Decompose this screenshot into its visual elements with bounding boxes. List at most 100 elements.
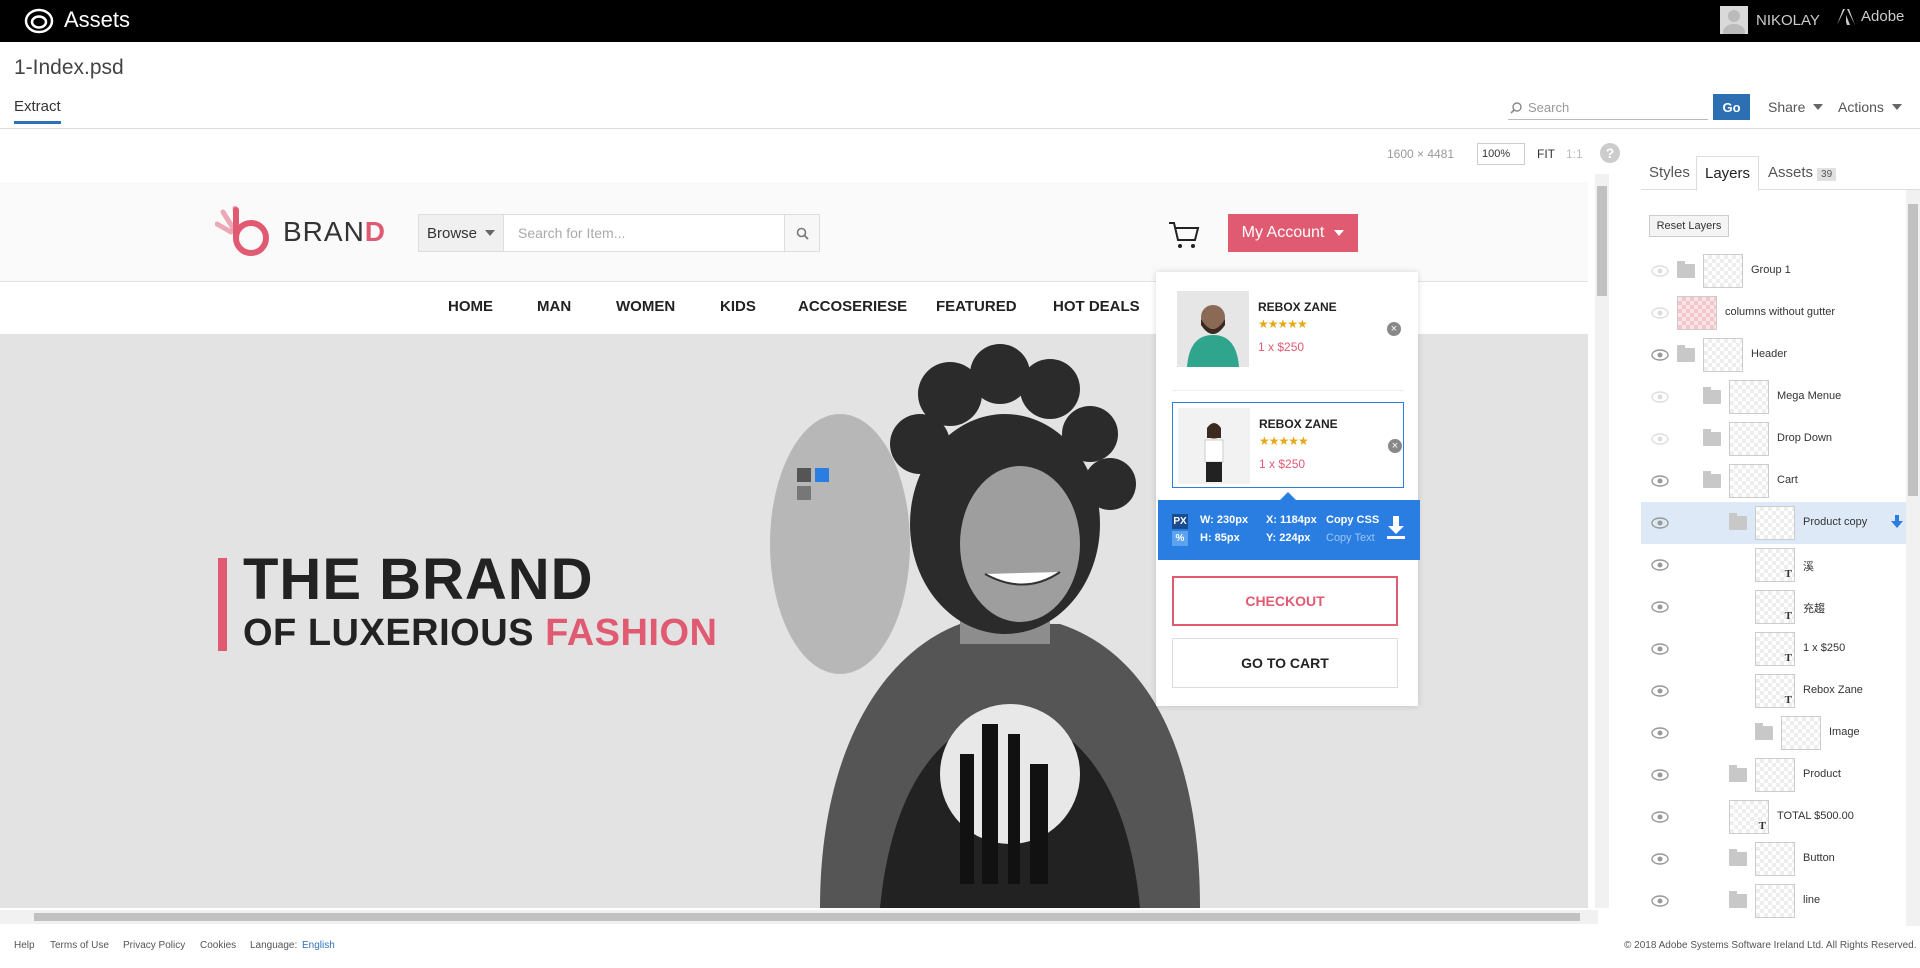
footer-language-link[interactable]: English: [302, 940, 335, 951]
canvas-toolbar: 1600 × 4481 100% FIT 1:1 ?: [0, 140, 1630, 170]
layer-row[interactable]: Cart: [1641, 460, 1909, 502]
layer-name: Product: [1803, 768, 1841, 780]
hero-title: THE BRAND: [243, 547, 594, 612]
go-to-cart-button[interactable]: GO TO CART: [1172, 638, 1398, 688]
layer-row[interactable]: T 充趨: [1641, 586, 1909, 628]
cart-dropdown: REBOX ZANE ★★★★★ 1 x $250 × REBOX ZANE ★…: [1156, 272, 1418, 706]
adobe-link[interactable]: Adobe: [1837, 8, 1904, 25]
user-menu[interactable]: NIKOLAY: [1720, 6, 1820, 34]
visibility-eye-icon[interactable]: [1651, 895, 1669, 907]
search-icon: [796, 227, 809, 240]
scrollbar-thumb[interactable]: [34, 913, 1580, 921]
go-button[interactable]: Go: [1713, 94, 1750, 120]
actions-menu[interactable]: Actions: [1838, 99, 1902, 115]
cart-icon[interactable]: [1168, 220, 1200, 250]
unit-px-toggle[interactable]: PX: [1172, 514, 1188, 529]
scrollbar-thumb[interactable]: [1908, 204, 1918, 496]
cart-item-selected[interactable]: REBOX ZANE ★★★★★ 1 x $250 ×: [1172, 402, 1404, 488]
visibility-eye-icon[interactable]: [1651, 727, 1669, 739]
layer-marker-icon: [797, 486, 811, 500]
header-divider: [0, 128, 1920, 129]
search-input[interactable]: Search: [1508, 96, 1708, 120]
tab-assets[interactable]: Assets 39: [1768, 164, 1837, 181]
download-icon[interactable]: [1891, 515, 1903, 529]
copy-text-button[interactable]: Copy Text: [1326, 532, 1375, 544]
visibility-eye-icon[interactable]: [1651, 433, 1669, 445]
measure-height: H: 85px: [1200, 532, 1240, 544]
visibility-eye-icon[interactable]: [1651, 643, 1669, 655]
footer-help-link[interactable]: Help: [14, 940, 35, 951]
visibility-eye-icon[interactable]: [1651, 475, 1669, 487]
nav-item-home[interactable]: HOME: [448, 298, 493, 315]
visibility-eye-icon[interactable]: [1651, 601, 1669, 613]
nav-item-accessories[interactable]: ACCOSERIESE: [798, 298, 907, 315]
layer-row[interactable]: T 溪: [1641, 544, 1909, 586]
zoom-input[interactable]: 100%: [1477, 143, 1525, 165]
layer-row[interactable]: Mega Menue: [1641, 376, 1909, 418]
visibility-eye-icon[interactable]: [1651, 391, 1669, 403]
nav-item-featured[interactable]: FEATURED: [936, 298, 1017, 315]
folder-icon: [1677, 261, 1695, 278]
checkout-button[interactable]: CHECKOUT: [1172, 576, 1398, 626]
visibility-eye-icon[interactable]: [1651, 307, 1669, 319]
layer-row[interactable]: T TOTAL $500.00: [1641, 796, 1909, 838]
site-search-input[interactable]: Search for Item...: [503, 214, 785, 252]
scrollbar-thumb[interactable]: [1597, 186, 1607, 296]
visibility-eye-icon[interactable]: [1651, 685, 1669, 697]
layer-row[interactable]: Drop Down: [1641, 418, 1909, 460]
creative-cloud-logo-icon[interactable]: [24, 7, 54, 35]
layer-row[interactable]: T 1 x $250: [1641, 628, 1909, 670]
layer-row[interactable]: Button: [1641, 838, 1909, 880]
folder-icon: [1729, 513, 1747, 530]
download-icon[interactable]: [1386, 516, 1406, 540]
text-layer-icon: T: [1784, 694, 1792, 706]
copy-css-button[interactable]: Copy CSS: [1326, 514, 1379, 526]
share-menu[interactable]: Share: [1768, 99, 1824, 115]
unit-percent-toggle[interactable]: %: [1172, 531, 1188, 546]
canvas-vertical-scrollbar[interactable]: [1595, 174, 1609, 908]
fit-button[interactable]: FIT: [1537, 147, 1555, 161]
nav-item-kids[interactable]: KIDS: [720, 298, 756, 315]
layer-row[interactable]: Product: [1641, 754, 1909, 796]
my-account-button[interactable]: My Account: [1228, 214, 1358, 252]
layers-scrollbar[interactable]: [1906, 190, 1920, 926]
layer-row[interactable]: T Rebox Zane: [1641, 670, 1909, 712]
visibility-eye-icon[interactable]: [1651, 853, 1669, 865]
measure-pointer: [1280, 492, 1296, 500]
tab-assets-label: Assets: [1768, 164, 1814, 181]
nav-item-man[interactable]: MAN: [537, 298, 571, 315]
visibility-eye-icon[interactable]: [1651, 811, 1669, 823]
remove-icon[interactable]: ×: [1387, 322, 1401, 336]
site-search-button[interactable]: [784, 214, 820, 252]
help-icon[interactable]: ?: [1600, 143, 1620, 163]
layer-row[interactable]: line: [1641, 880, 1909, 922]
nav-item-hot-deals[interactable]: HOT DEALS: [1053, 298, 1140, 315]
footer-privacy-link[interactable]: Privacy Policy: [123, 940, 185, 951]
account-label: My Account: [1241, 224, 1325, 241]
layer-thumbnail: [1677, 296, 1717, 330]
visibility-eye-icon[interactable]: [1651, 559, 1669, 571]
canvas-horizontal-scrollbar[interactable]: [0, 910, 1598, 924]
tab-layers[interactable]: Layers: [1696, 156, 1760, 191]
brand-text: BRAND: [283, 216, 386, 248]
tab-extract[interactable]: Extract: [14, 98, 61, 124]
footer-cookies-link[interactable]: Cookies: [200, 940, 236, 951]
layer-row[interactable]: Header: [1641, 334, 1909, 376]
cart-item[interactable]: REBOX ZANE ★★★★★ 1 x $250 ×: [1172, 286, 1404, 372]
layer-row[interactable]: columns without gutter: [1641, 292, 1909, 334]
layer-row-selected[interactable]: Product copy: [1641, 502, 1909, 544]
remove-icon[interactable]: ×: [1388, 439, 1402, 453]
visibility-eye-icon[interactable]: [1651, 769, 1669, 781]
visibility-eye-icon[interactable]: [1651, 265, 1669, 277]
actual-size-button[interactable]: 1:1: [1566, 147, 1583, 161]
reset-layers-button[interactable]: Reset Layers: [1649, 215, 1729, 237]
browse-dropdown[interactable]: Browse: [418, 214, 504, 252]
visibility-eye-icon[interactable]: [1651, 517, 1669, 529]
tab-styles[interactable]: Styles: [1649, 164, 1690, 181]
layer-row[interactable]: Image: [1641, 712, 1909, 754]
layer-row[interactable]: Group 1: [1641, 250, 1909, 292]
app-title: Assets: [64, 7, 131, 32]
footer-terms-link[interactable]: Terms of Use: [50, 940, 109, 951]
nav-item-women[interactable]: WOMEN: [616, 298, 675, 315]
visibility-eye-icon[interactable]: [1651, 349, 1669, 361]
